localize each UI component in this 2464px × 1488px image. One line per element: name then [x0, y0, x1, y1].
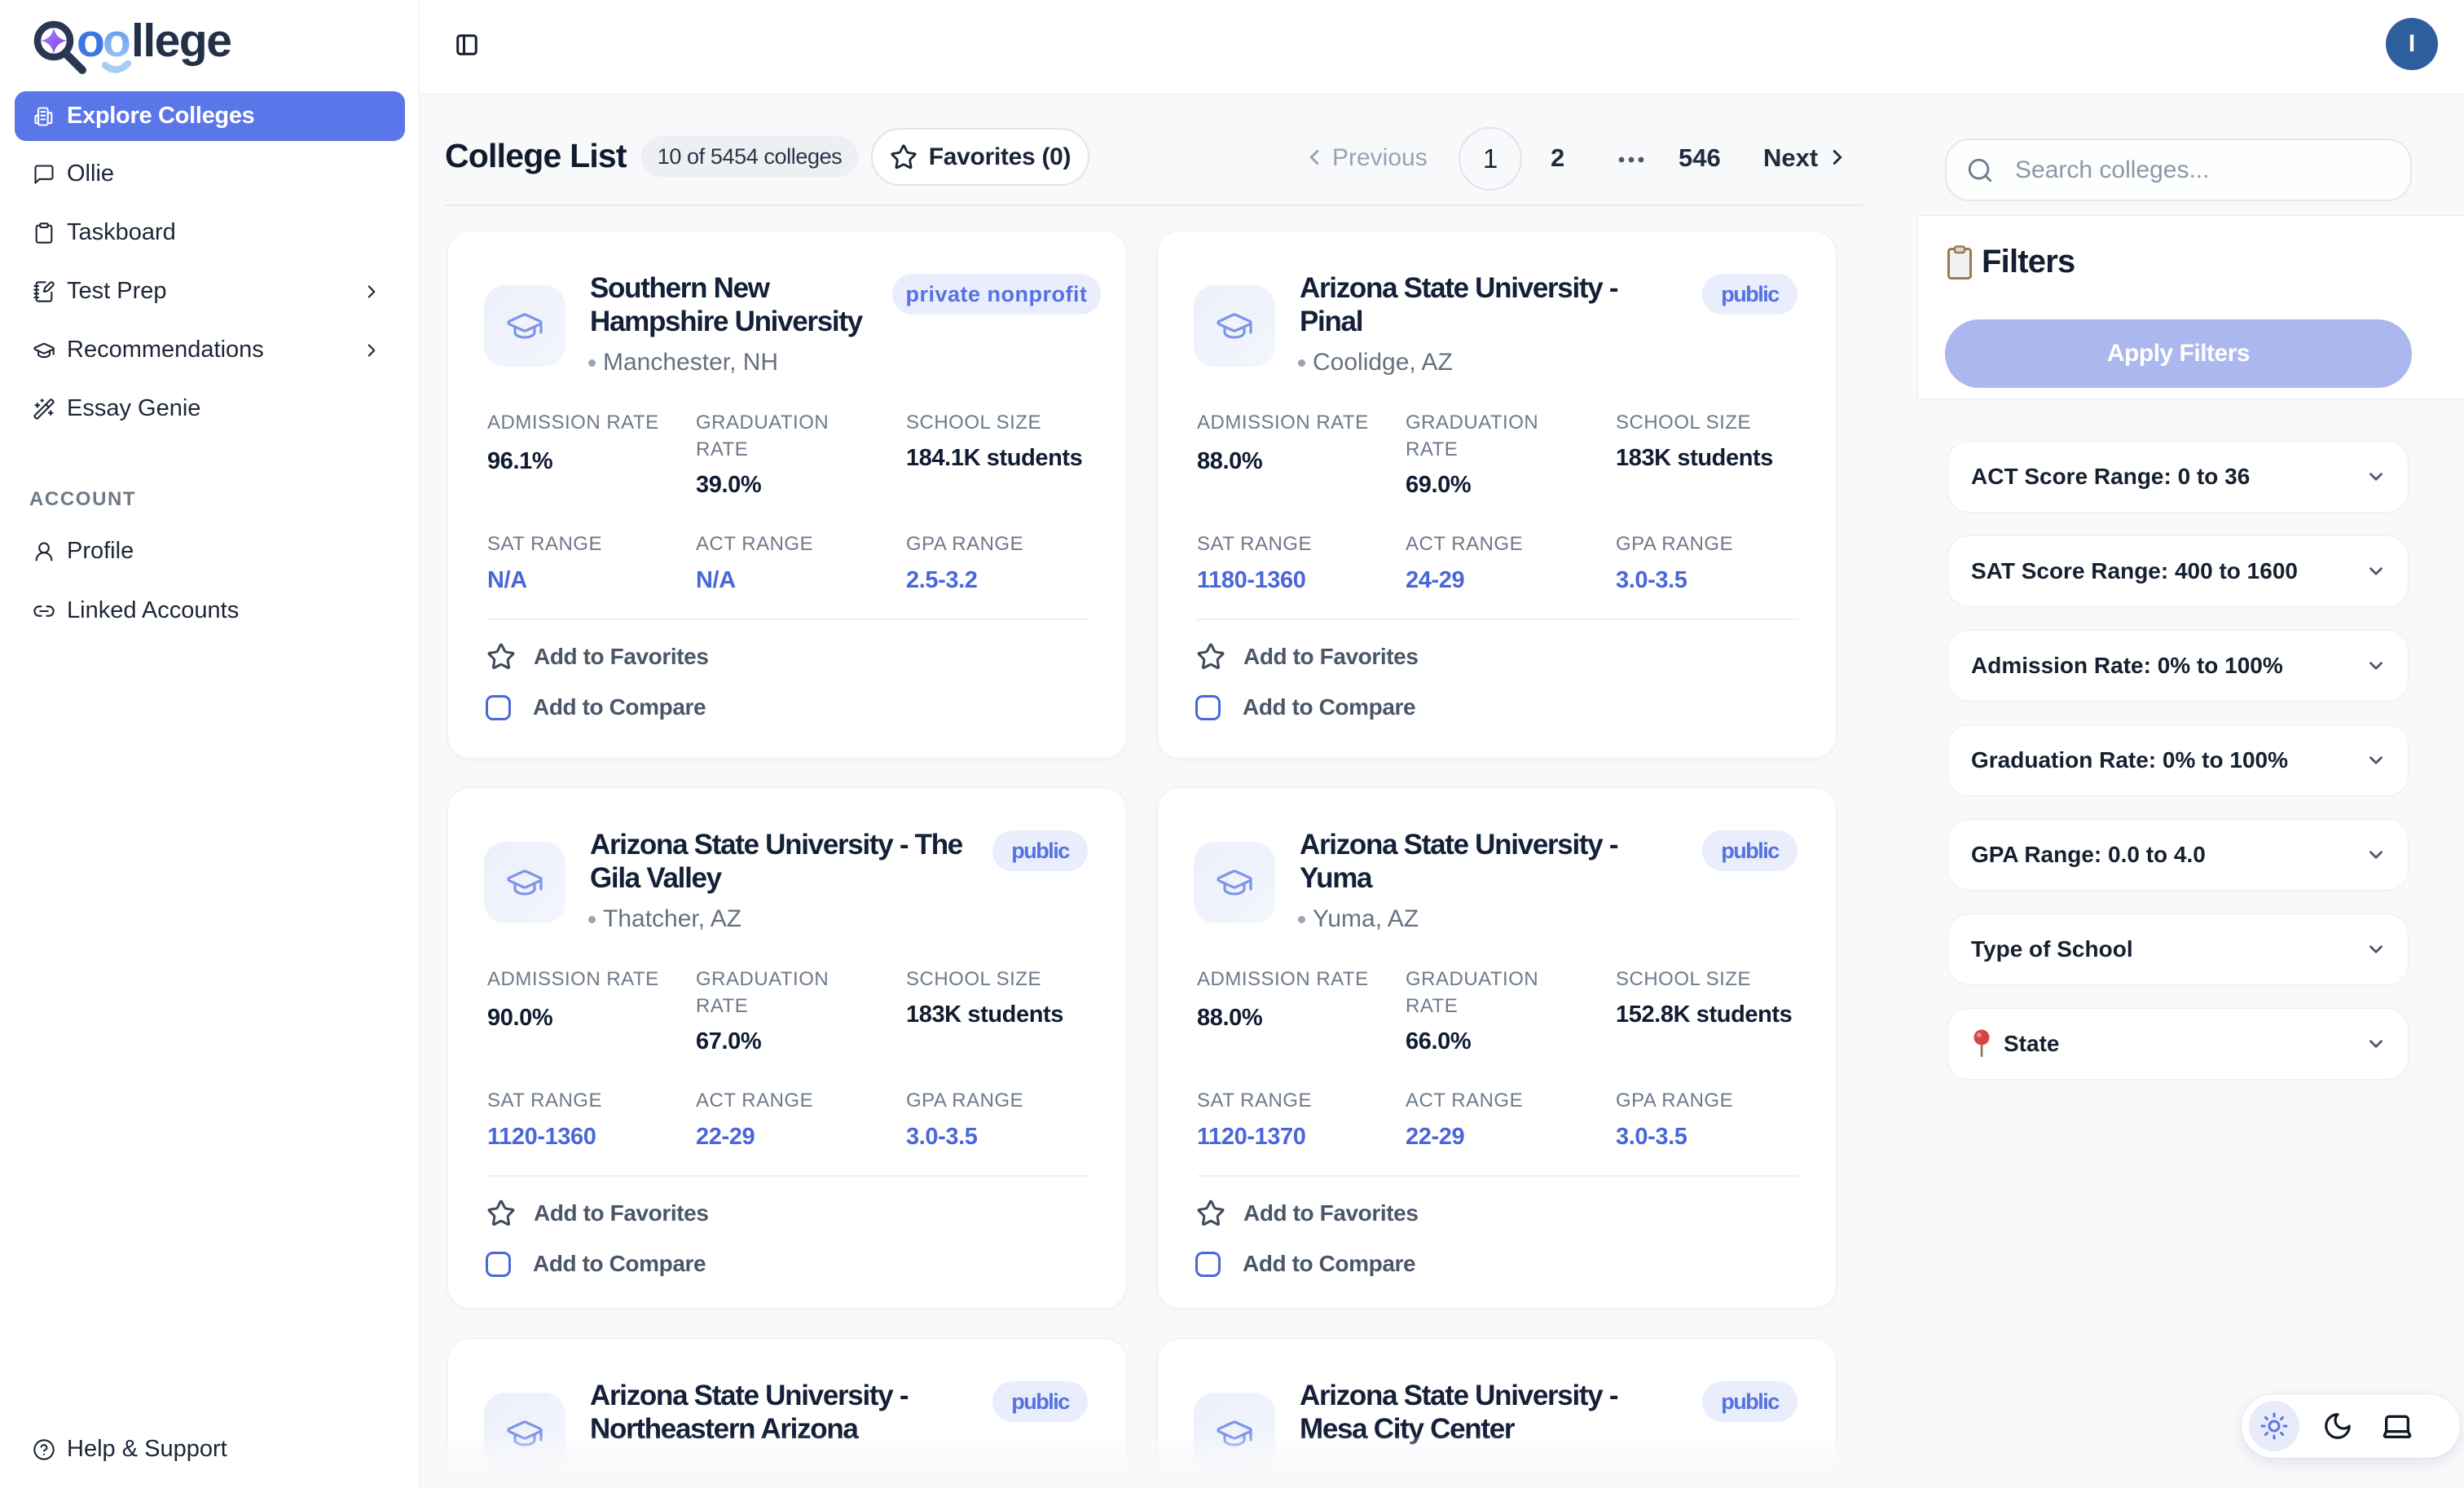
svg-text:llege: llege	[131, 15, 231, 67]
svg-text:o: o	[77, 15, 103, 67]
svg-text:o: o	[103, 15, 131, 67]
